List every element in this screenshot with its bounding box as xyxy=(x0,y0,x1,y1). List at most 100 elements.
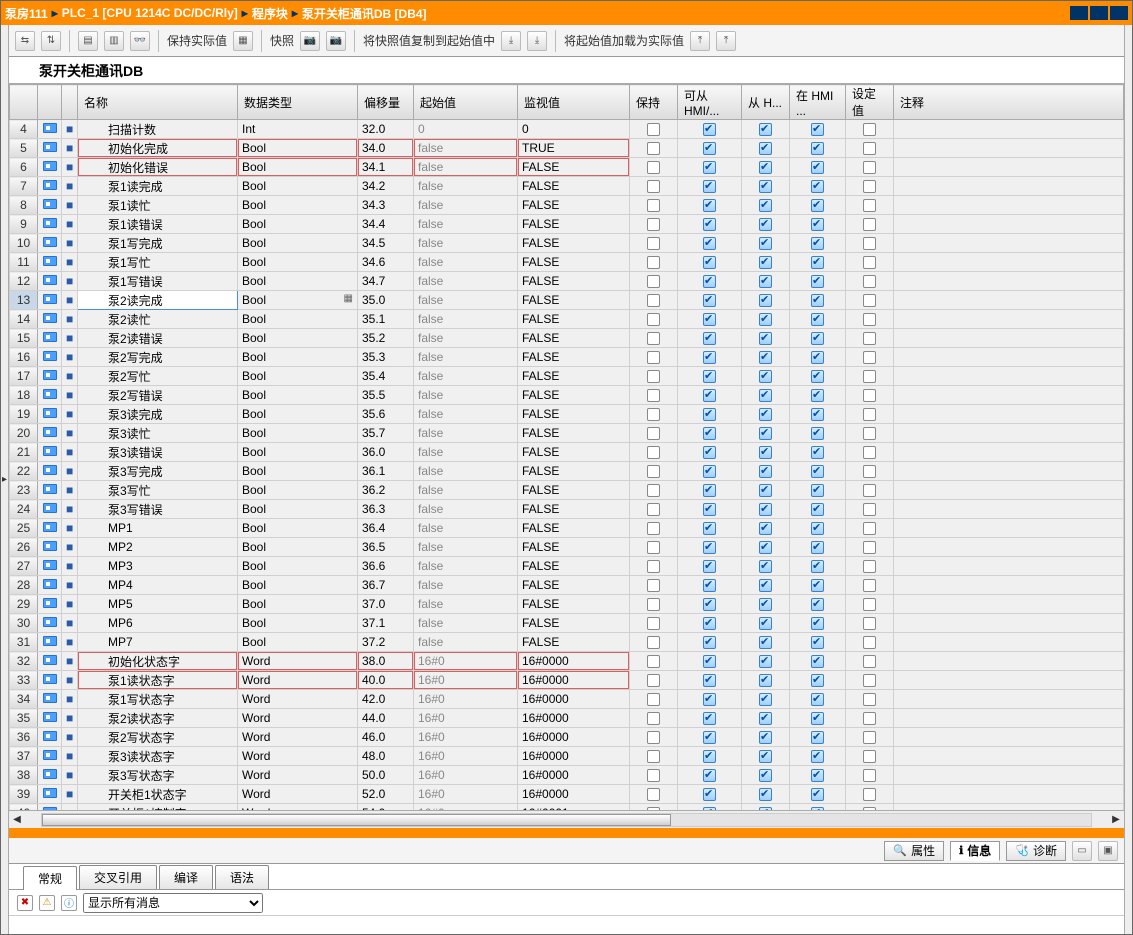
checkbox[interactable] xyxy=(759,294,772,307)
checkbox[interactable] xyxy=(759,237,772,250)
cell-name[interactable]: 泵1写错误 xyxy=(78,272,238,291)
checkbox[interactable] xyxy=(811,807,824,810)
cell-comment[interactable] xyxy=(894,709,1124,728)
table-row[interactable]: 7■泵1读完成Bool34.2falseFALSE xyxy=(10,177,1124,196)
col-hmi-vis[interactable]: 在 HMI ... xyxy=(790,85,846,120)
checkbox[interactable] xyxy=(703,769,716,782)
col-setpoint[interactable]: 设定值 xyxy=(846,85,894,120)
checkbox[interactable] xyxy=(863,465,876,478)
checkbox[interactable] xyxy=(811,465,824,478)
cell-type[interactable]: Bool xyxy=(238,557,358,576)
cell-comment[interactable] xyxy=(894,747,1124,766)
table-row[interactable]: 25■MP1Bool36.4falseFALSE xyxy=(10,519,1124,538)
checkbox[interactable] xyxy=(863,180,876,193)
checkbox[interactable] xyxy=(811,655,824,668)
cell-type[interactable]: Bool xyxy=(238,177,358,196)
minimize-button[interactable] xyxy=(1070,6,1088,20)
checkbox[interactable] xyxy=(703,237,716,250)
cell-name[interactable]: 泵2写忙 xyxy=(78,367,238,386)
cell-comment[interactable] xyxy=(894,234,1124,253)
cell-start[interactable]: false xyxy=(414,196,518,215)
checkbox[interactable] xyxy=(863,332,876,345)
table-row[interactable]: 22■泵3写完成Bool36.1falseFALSE xyxy=(10,462,1124,481)
breadcrumb-2[interactable]: 程序块 xyxy=(252,5,288,22)
tool-btn-4[interactable]: ▥ xyxy=(104,31,124,51)
cell-type[interactable]: Bool xyxy=(238,614,358,633)
checkbox[interactable] xyxy=(863,408,876,421)
cell-type[interactable]: Bool xyxy=(238,443,358,462)
checkbox[interactable] xyxy=(759,123,772,136)
cell-type[interactable]: Word xyxy=(238,671,358,690)
checkbox[interactable] xyxy=(703,180,716,193)
row-number[interactable]: 36 xyxy=(10,728,38,747)
checkbox[interactable] xyxy=(703,313,716,326)
row-number[interactable]: 27 xyxy=(10,557,38,576)
checkbox[interactable] xyxy=(811,579,824,592)
checkbox[interactable] xyxy=(863,484,876,497)
row-number[interactable]: 16 xyxy=(10,348,38,367)
checkbox[interactable] xyxy=(703,636,716,649)
cell-name[interactable]: 泵3读状态字 xyxy=(78,747,238,766)
checkbox[interactable] xyxy=(647,218,660,231)
cell-type[interactable]: Bool xyxy=(238,462,358,481)
row-number[interactable]: 18 xyxy=(10,386,38,405)
breadcrumb-1[interactable]: PLC_1 [CPU 1214C DC/DC/Rly] xyxy=(62,6,238,20)
cell-comment[interactable] xyxy=(894,500,1124,519)
checkbox[interactable] xyxy=(759,560,772,573)
checkbox[interactable] xyxy=(811,750,824,763)
checkbox[interactable] xyxy=(863,788,876,801)
tab-info[interactable]: ℹ信息 xyxy=(950,841,1000,861)
cell-start[interactable]: false xyxy=(414,215,518,234)
checkbox[interactable] xyxy=(863,275,876,288)
checkbox[interactable] xyxy=(811,693,824,706)
checkbox[interactable] xyxy=(759,275,772,288)
checkbox[interactable] xyxy=(703,465,716,478)
checkbox[interactable] xyxy=(811,636,824,649)
checkbox[interactable] xyxy=(647,522,660,535)
checkbox[interactable] xyxy=(647,579,660,592)
table-row[interactable]: 35■泵2读状态字Word44.016#016#0000 xyxy=(10,709,1124,728)
cell-start[interactable]: false xyxy=(414,405,518,424)
checkbox[interactable] xyxy=(703,427,716,440)
table-row[interactable]: 27■MP3Bool36.6falseFALSE xyxy=(10,557,1124,576)
checkbox[interactable] xyxy=(759,161,772,174)
cell-comment[interactable] xyxy=(894,462,1124,481)
tab-syntax[interactable]: 语法 xyxy=(215,865,269,889)
table-row[interactable]: 28■MP4Bool36.7falseFALSE xyxy=(10,576,1124,595)
cell-type[interactable]: Bool xyxy=(238,500,358,519)
table-row[interactable]: 12■泵1写错误Bool34.7falseFALSE xyxy=(10,272,1124,291)
checkbox[interactable] xyxy=(647,123,660,136)
splitter-bar[interactable] xyxy=(9,828,1124,838)
maximize-button[interactable] xyxy=(1090,6,1108,20)
row-number[interactable]: 5 xyxy=(10,139,38,158)
table-row[interactable]: 32■初始化状态字Word38.016#016#0000 xyxy=(10,652,1124,671)
row-number[interactable]: 21 xyxy=(10,443,38,462)
checkbox[interactable] xyxy=(703,142,716,155)
checkbox[interactable] xyxy=(647,560,660,573)
checkbox[interactable] xyxy=(703,256,716,269)
tab-compile[interactable]: 编译 xyxy=(159,865,213,889)
checkbox[interactable] xyxy=(811,351,824,364)
cell-name[interactable]: 泵3写错误 xyxy=(78,500,238,519)
checkbox[interactable] xyxy=(863,731,876,744)
cell-comment[interactable] xyxy=(894,329,1124,348)
cell-name[interactable]: 泵1写忙 xyxy=(78,253,238,272)
tab-general[interactable]: 常规 xyxy=(23,866,77,890)
cell-start[interactable]: false xyxy=(414,139,518,158)
checkbox[interactable] xyxy=(759,807,772,810)
cell-name[interactable]: MP3 xyxy=(78,557,238,576)
checkbox[interactable] xyxy=(703,351,716,364)
table-row[interactable]: 38■泵3写状态字Word50.016#016#0000 xyxy=(10,766,1124,785)
checkbox[interactable] xyxy=(811,484,824,497)
cell-name[interactable]: 泵3写状态字 xyxy=(78,766,238,785)
checkbox[interactable] xyxy=(811,275,824,288)
checkbox[interactable] xyxy=(759,256,772,269)
cell-start[interactable]: 16#0 xyxy=(414,690,518,709)
checkbox[interactable] xyxy=(811,427,824,440)
checkbox[interactable] xyxy=(647,465,660,478)
row-number[interactable]: 34 xyxy=(10,690,38,709)
checkbox[interactable] xyxy=(811,788,824,801)
cell-name[interactable]: 泵3读错误 xyxy=(78,443,238,462)
checkbox[interactable] xyxy=(759,313,772,326)
row-number[interactable]: 30 xyxy=(10,614,38,633)
